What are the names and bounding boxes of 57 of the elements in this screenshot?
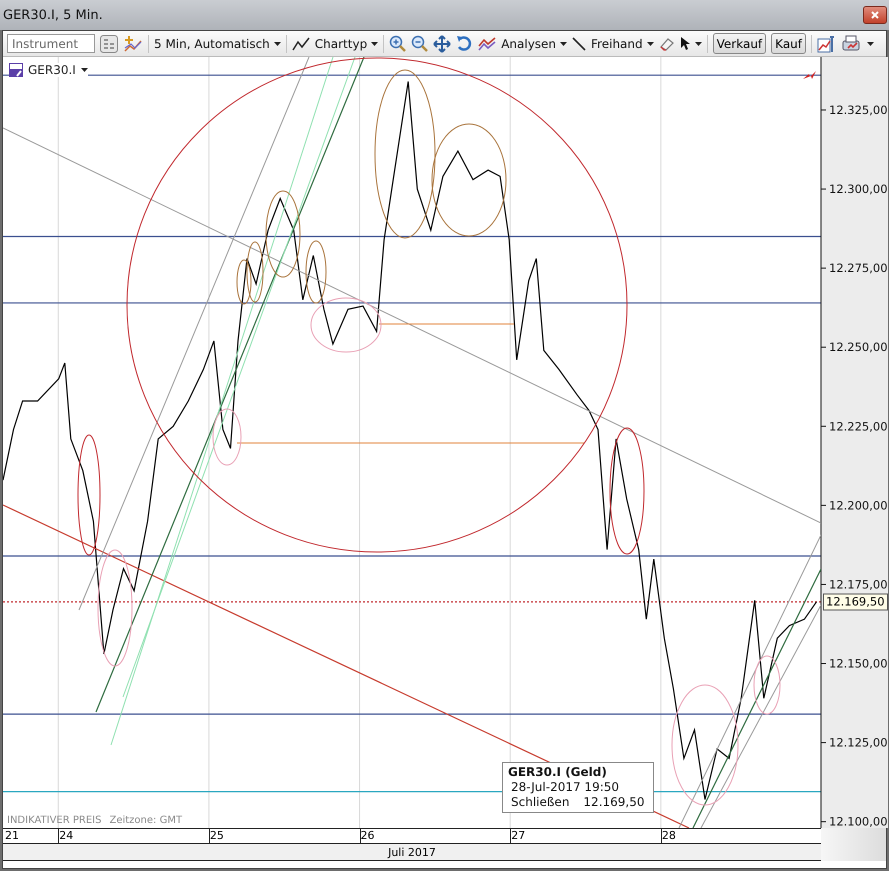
last-price-label: 12.169,50 (823, 593, 888, 610)
chart-type-dropdown[interactable]: Charttyp (314, 36, 378, 50)
axis-label: 12.175,00 (829, 577, 888, 592)
drawing-dropdown[interactable]: Freihand (591, 36, 654, 50)
cursor-icon[interactable] (680, 36, 690, 50)
caret-icon[interactable] (274, 42, 281, 46)
close-icon (871, 11, 879, 19)
caret-icon[interactable] (80, 68, 88, 72)
date-label: 24 (59, 829, 74, 843)
panel-background (821, 828, 886, 861)
axis-label: 12.150,00 (829, 656, 888, 671)
add-indicator-icon[interactable] (123, 34, 143, 52)
alert-icon (803, 71, 816, 79)
caret-icon[interactable] (560, 42, 568, 46)
analysis-icon (478, 36, 496, 52)
list-icon[interactable] (100, 34, 118, 52)
window-title: GER30.I, 5 Min. (3, 8, 103, 22)
tooltip-datetime: 28-Jul-2017 19:50 (511, 780, 620, 795)
tooltip-title: GER30.I (Geld) (508, 765, 608, 780)
eraser-icon[interactable] (658, 36, 675, 50)
caret-icon[interactable] (694, 42, 702, 46)
zoom-in-icon[interactable] (389, 35, 406, 52)
analyses-dropdown[interactable]: Analysen (501, 36, 568, 50)
chart-settings-icon[interactable] (817, 34, 837, 52)
axis-label: 12.300,00 (829, 182, 888, 196)
caret-icon[interactable] (867, 42, 874, 46)
close-button[interactable] (863, 6, 887, 24)
line-chart-icon (292, 36, 310, 50)
caret-icon[interactable] (371, 42, 378, 46)
axis-label: 12.125,00 (829, 736, 888, 750)
date-label: 27 (511, 829, 526, 843)
instrument-field[interactable]: Instrument (7, 34, 95, 53)
undo-icon[interactable] (456, 35, 474, 52)
tooltip-label: Schließen (511, 795, 570, 810)
line-tool-icon (572, 36, 586, 50)
axis-label: 12.275,00 (829, 261, 888, 276)
date-label: 21 (5, 829, 19, 843)
caret-icon[interactable] (646, 42, 654, 46)
date-label: 25 (210, 829, 224, 843)
tooltip-value: 12.169,50 (583, 795, 644, 810)
order-button[interactable]: Kauf (771, 33, 806, 54)
date-label: 26 (360, 829, 375, 843)
instrument-label: GER30.I (28, 63, 76, 77)
month-label: Juli 2017 (388, 846, 436, 858)
axis-label: 12.225,00 (829, 419, 888, 434)
order-button[interactable]: Verkauf (712, 33, 766, 54)
axis-label: 12.200,00 (829, 498, 888, 512)
interval-dropdown[interactable]: 5 Min, Automatisch (154, 36, 281, 50)
date-label: 28 (662, 829, 676, 843)
print-icon[interactable] (842, 34, 862, 52)
fit-arrows-icon[interactable] (433, 34, 452, 52)
axis-label: 12.100,00 (829, 814, 888, 828)
zoom-out-icon[interactable] (411, 35, 428, 52)
axis-label: 12.325,00 (829, 102, 888, 117)
timezone-label: Zeitzone: GMT (109, 815, 182, 826)
price-note: INDIKATIVER PREIS (7, 815, 102, 826)
axis-label: 12.250,00 (829, 340, 888, 354)
